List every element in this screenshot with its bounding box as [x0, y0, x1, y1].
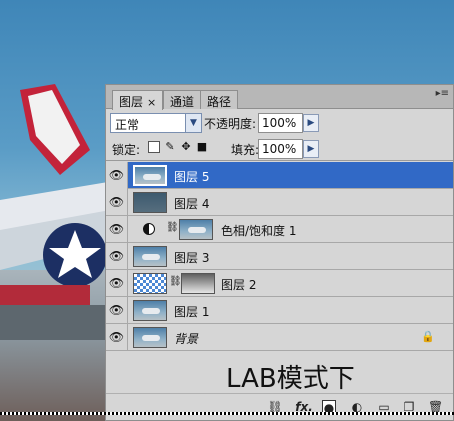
lock-all-icon[interactable]: ■ — [196, 141, 208, 153]
layer-name[interactable]: 图层 4 — [174, 195, 209, 212]
chevron-down-icon[interactable]: ▼ — [185, 114, 201, 132]
layer-row-background[interactable]: 👁 背景 🔒 — [106, 324, 453, 351]
layer-name[interactable]: 图层 5 — [174, 168, 209, 185]
layer-row-layer2[interactable]: 👁 ⛓ 图层 2 — [106, 270, 453, 297]
layers-panel: 图层 × 通道 路径 ▸≡ 正常 ▼ 不透明度: 100% ▶ 锁定: ✎ ✥ ■… — [105, 84, 454, 421]
layer-thumbnail — [133, 273, 167, 294]
layer-row-layer1[interactable]: 👁 图层 1 — [106, 297, 453, 324]
layer-thumbnail — [133, 192, 167, 213]
tab-layers[interactable]: 图层 × — [112, 90, 164, 110]
eye-icon[interactable]: 👁 — [106, 297, 128, 324]
layer-row-layer3[interactable]: 👁 图层 3 — [106, 243, 453, 270]
opacity-slider-arrow-icon[interactable]: ▶ — [303, 114, 319, 132]
eye-icon[interactable]: 👁 — [106, 162, 128, 189]
selection-marching-ants — [0, 412, 454, 415]
fill-label: 填充: — [231, 143, 260, 157]
blend-mode-value: 正常 — [115, 118, 140, 132]
layer-mask-thumbnail — [179, 219, 213, 240]
opacity-label: 不透明度: — [204, 117, 257, 131]
tab-paths-label: 路径 — [207, 95, 232, 109]
layer-thumbnail — [133, 300, 167, 321]
layer-name[interactable]: 图层 2 — [221, 276, 256, 293]
adjustment-layer-icon — [143, 223, 155, 235]
layer-name[interactable]: 图层 1 — [174, 303, 209, 320]
layer-name[interactable]: 图层 3 — [174, 249, 209, 266]
lock-transparent-icon[interactable] — [148, 141, 160, 153]
lock-pixels-brush-icon[interactable]: ✎ — [164, 141, 176, 153]
tab-layers-label: 图层 — [119, 95, 144, 109]
layer-thumbnail — [133, 327, 167, 348]
layer-row-hue-saturation[interactable]: 👁 ⛓ 色相/饱和度 1 — [106, 216, 453, 243]
link-chain-icon: ⛓ — [169, 276, 182, 287]
lock-label: 锁定: — [112, 143, 141, 157]
eye-icon[interactable]: 👁 — [106, 189, 128, 216]
lock-row: 锁定: ✎ ✥ ■ 填充: 100% ▶ — [106, 137, 453, 161]
layer-row-layer5[interactable]: 👁 图层 5 — [106, 162, 453, 189]
layer-thumbnail — [133, 246, 167, 267]
panel-tab-bar: 图层 × 通道 路径 ▸≡ — [106, 85, 453, 110]
lock-icon: 🔒 — [421, 330, 435, 343]
fill-field[interactable]: 100% — [258, 139, 303, 159]
tab-channels-label: 通道 — [170, 95, 195, 109]
close-icon[interactable]: × — [147, 96, 156, 109]
tab-paths[interactable]: 路径 — [200, 90, 239, 109]
opacity-field[interactable]: 100% — [258, 113, 303, 133]
layer-name[interactable]: 背景 — [174, 330, 198, 347]
layer-thumbnail — [133, 165, 167, 186]
eye-icon[interactable]: 👁 — [106, 243, 128, 270]
layers-list: 👁 图层 5 👁 图层 4 👁 ⛓ 色相/饱和度 1 👁 图层 3 👁 ⛓ 图层 — [106, 162, 453, 357]
link-chain-icon: ⛓ — [166, 222, 179, 233]
caption-text: LAB模式下 — [226, 364, 355, 394]
panel-menu-icon[interactable]: ▸≡ — [436, 88, 449, 99]
fill-slider-arrow-icon[interactable]: ▶ — [303, 140, 319, 158]
eye-icon[interactable]: 👁 — [106, 216, 128, 243]
eye-icon[interactable]: 👁 — [106, 270, 128, 297]
layer-name[interactable]: 色相/饱和度 1 — [221, 222, 297, 239]
tab-channels[interactable]: 通道 — [163, 90, 202, 109]
blend-mode-select[interactable]: 正常 ▼ — [110, 113, 202, 133]
blend-row: 正常 ▼ 不透明度: 100% ▶ — [106, 110, 453, 136]
layer-mask-thumbnail — [181, 273, 215, 294]
layer-row-layer4[interactable]: 👁 图层 4 — [106, 189, 453, 216]
panel-footer-toolbar: ⛓ fx. ● ◐ ▭ ❐ 🗑 — [106, 393, 453, 420]
eye-icon[interactable]: 👁 — [106, 324, 128, 351]
lock-position-move-icon[interactable]: ✥ — [180, 141, 192, 153]
